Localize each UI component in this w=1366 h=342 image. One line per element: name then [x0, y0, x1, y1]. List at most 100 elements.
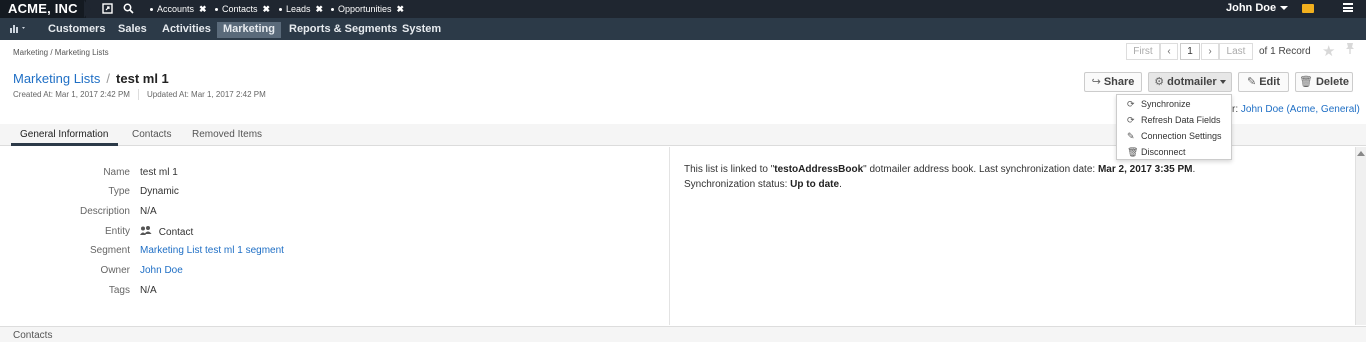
dropdown-item-disconnect[interactable]: 🗑 Disconnect [1127, 147, 1186, 158]
brand-arrow [84, 0, 91, 18]
pin-contacts[interactable]: Contacts ✖ [215, 4, 270, 15]
field-label-owner: Owner [100, 265, 130, 276]
field-value-owner[interactable]: John Doe [140, 265, 183, 276]
nav-reports-segments[interactable]: Reports & Segments [283, 22, 403, 38]
parent-link[interactable]: Marketing Lists [13, 71, 100, 86]
share-button[interactable]: ↪ Share [1084, 72, 1142, 92]
page-title: Marketing Lists / test ml 1 [13, 71, 169, 86]
chevron-down-icon [1280, 6, 1289, 11]
dotmailer-label: dotmailer [1167, 76, 1217, 88]
nav-activities[interactable]: Activities [156, 22, 217, 38]
updated-at: Updated At: Mar 1, 2017 2:42 PM [147, 90, 266, 99]
field-label-description: Description [79, 206, 130, 217]
sync-status: Up to date [790, 179, 840, 190]
address-book-name: testoAddressBook [774, 164, 864, 175]
pin-dot [331, 8, 334, 12]
field-label-entity: Entity [104, 226, 130, 237]
user-menu[interactable]: John Doe [1226, 2, 1289, 14]
close-icon[interactable]: ✖ [263, 4, 271, 14]
brand-name[interactable]: ACME, INC [8, 1, 78, 16]
pin-leads[interactable]: Leads ✖ [279, 4, 323, 15]
owner-info: r: John Doe (Acme, General) [1232, 104, 1360, 115]
info-text-2: " dotmailer address book. Last synchroni… [863, 164, 1098, 175]
field-label-tags: Tags [108, 285, 130, 296]
edit-icon: ✎ [1247, 76, 1257, 88]
pin-dot [150, 8, 153, 12]
dropdown-item-refresh-data-fields[interactable]: ⟳ Refresh Data Fields [1127, 115, 1221, 126]
pin-dot [279, 8, 282, 12]
edit-icon: ✎ [1127, 131, 1135, 141]
pin-dot [215, 8, 218, 12]
info-text-1: This list is linked to " [684, 164, 775, 175]
delete-button[interactable]: 🗑 Delete [1295, 72, 1353, 92]
pager-prev-button[interactable]: ‹ [1160, 43, 1178, 60]
chevron-down-icon [1219, 80, 1226, 85]
pin-icon[interactable] [1345, 42, 1355, 58]
pin-label: Opportunities [338, 4, 392, 14]
menu-icon[interactable] [1343, 3, 1353, 12]
shortcut-icon[interactable] [101, 3, 113, 15]
refresh-icon: ⟳ [1127, 99, 1135, 109]
pin-opportunities[interactable]: Opportunities ✖ [331, 4, 404, 15]
star-icon[interactable]: ★ [1322, 42, 1335, 60]
contacts-section-header [0, 326, 1366, 342]
pin-label: Contacts [222, 4, 258, 14]
dropdown-item-label: Synchronize [1141, 99, 1191, 109]
edit-button[interactable]: ✎ Edit [1238, 72, 1289, 92]
search-icon[interactable] [122, 3, 134, 15]
scrollbar[interactable] [1355, 147, 1366, 325]
close-icon[interactable]: ✖ [397, 4, 405, 14]
created-at: Created At: Mar 1, 2017 2:42 PM [13, 90, 130, 99]
main-nav: Customers Sales Activities Marketing Rep… [0, 18, 1366, 40]
pager-first-button[interactable]: First [1126, 43, 1160, 60]
owner-prefix: r: [1232, 104, 1239, 115]
share-label: Share [1103, 76, 1135, 88]
dropdown-item-label: Disconnect [1141, 147, 1186, 157]
dotmailer-button[interactable]: ⚙ dotmailer [1148, 72, 1232, 92]
nav-customers[interactable]: Customers [42, 22, 111, 38]
pager-page-input[interactable]: 1 [1180, 43, 1200, 60]
field-value-name: test ml 1 [140, 167, 178, 178]
tab-general-information[interactable]: General Information [20, 129, 108, 140]
meta-divider [138, 89, 139, 100]
sync-info: This list is linked to "testoAddressBook… [684, 162, 1264, 192]
mail-icon[interactable] [1302, 4, 1314, 13]
active-tab-indicator [11, 143, 118, 146]
field-value-type: Dynamic [140, 186, 179, 197]
close-icon[interactable]: ✖ [316, 4, 324, 14]
dotmailer-dropdown: ⟳ Synchronize ⟳ Refresh Data Fields ✎ Conne… [1116, 94, 1232, 160]
info-text-4: . [839, 179, 842, 190]
record-name: test ml 1 [116, 71, 169, 86]
pager-next-button[interactable]: › [1201, 43, 1219, 60]
dropdown-item-synchronize[interactable]: ⟳ Synchronize [1127, 99, 1191, 110]
field-value-tags: N/A [140, 285, 157, 296]
close-icon[interactable]: ✖ [199, 4, 207, 14]
pager-total: of 1 Record [1259, 46, 1311, 57]
nav-marketing[interactable]: Marketing [217, 22, 281, 38]
sync-date: Mar 2, 2017 3:35 PM [1097, 164, 1193, 175]
user-name: John Doe [1226, 2, 1277, 14]
dropdown-item-label: Refresh Data Fields [1141, 115, 1221, 125]
column-divider [669, 147, 670, 325]
trash-icon: 🗑 [1127, 147, 1139, 157]
pager-last-button[interactable]: Last [1219, 43, 1253, 60]
tab-contacts[interactable]: Contacts [132, 129, 171, 140]
field-value-description: N/A [140, 206, 157, 217]
dashboard-icon[interactable] [10, 23, 28, 36]
field-value-entity: Contact [140, 226, 193, 238]
field-label-type: Type [108, 186, 130, 197]
nav-sales[interactable]: Sales [112, 22, 153, 38]
entity-label: Contact [158, 227, 194, 238]
scroll-up-icon[interactable] [1357, 151, 1365, 156]
nav-system[interactable]: System [396, 22, 447, 38]
pin-label: Leads [286, 4, 311, 14]
top-bar: ACME, INC Accounts ✖ Contacts ✖ Leads ✖ Opp… [0, 0, 1366, 18]
owner-link[interactable]: John Doe (Acme, General) [1241, 104, 1360, 115]
users-icon [140, 226, 155, 238]
breadcrumb: Marketing / Marketing Lists [13, 48, 109, 57]
contacts-section-title: Contacts [13, 330, 53, 341]
field-value-segment[interactable]: Marketing List test ml 1 segment [140, 245, 284, 256]
pin-accounts[interactable]: Accounts ✖ [150, 4, 207, 15]
tab-removed-items[interactable]: Removed Items [192, 129, 262, 140]
dropdown-item-connection-settings[interactable]: ✎ Connection Settings [1127, 131, 1222, 142]
